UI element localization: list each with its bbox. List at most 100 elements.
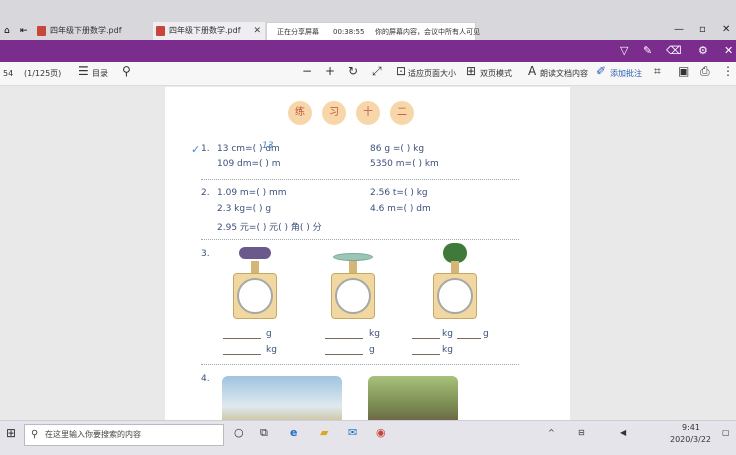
tab-document-2[interactable]: 四年级下册数学.pdf ✕ (153, 22, 265, 40)
volume-icon[interactable]: ◀ (620, 428, 626, 437)
highlight-icon[interactable]: ▽ (620, 45, 628, 57)
grapes-illustration (239, 247, 271, 259)
unit-label: kg (266, 345, 277, 355)
fullscreen-icon[interactable]: ⤢ (372, 65, 382, 77)
tab-label: 四年级下册数学.pdf (50, 26, 122, 35)
unit-label: kg (442, 345, 453, 355)
page-total: (1/125页) (24, 69, 62, 78)
answer-blank (457, 338, 481, 339)
animal-illustration (368, 376, 458, 420)
screenshot-icon[interactable]: ▣ (678, 65, 689, 77)
search-icon[interactable]: ⚲ (122, 65, 131, 77)
unit-label: kg (369, 329, 380, 339)
crop-icon[interactable]: ⌗ (654, 65, 661, 77)
unit-label: g (266, 329, 272, 339)
close-panel-icon[interactable]: ✕ (724, 45, 733, 57)
mail-icon[interactable]: ✉ (348, 427, 357, 439)
print-icon[interactable]: ⎙ (700, 65, 710, 77)
notes-button[interactable]: 添加批注 (610, 68, 642, 80)
zoom-out-icon[interactable]: − (302, 65, 312, 77)
notifications-icon[interactable]: ▢ (722, 428, 730, 437)
handwritten-answer: 13 (262, 141, 274, 151)
search-icon: ⚲ (31, 429, 39, 440)
dial (237, 278, 273, 314)
annotate-icon[interactable]: ✎ (643, 45, 652, 57)
question-number: 2. (201, 188, 210, 198)
document-toolbar: 54 (1/125页) ☰ 目录 ⚲ − + ↻ ⤢ ⊡ 适应页面大小 ⊞ 双页… (0, 62, 736, 86)
divider (201, 179, 519, 180)
question-number: 3. (201, 249, 210, 259)
question-2c: 2.95 元=( ) 元( ) 角( ) 分 (217, 223, 322, 233)
answer-blank (412, 354, 440, 355)
answer-blank (325, 354, 363, 355)
network-icon[interactable]: ⊟ (578, 428, 585, 437)
date-label: 2020/3/22 (670, 435, 712, 444)
pdf-icon (156, 26, 165, 36)
settings-icon[interactable]: ⚙ (698, 45, 708, 57)
task-view-icon[interactable]: ⧉ (260, 427, 268, 439)
back-icon[interactable]: ⇤ (20, 26, 28, 36)
share-timer: 00:38:55 (333, 28, 365, 36)
document-viewport[interactable]: 练 习 十 二 1. ✓ 13 cm=( ) dm 13 109 dm=( ) … (0, 87, 736, 420)
title-char: 二 (390, 101, 414, 125)
eraser-icon[interactable]: ⌫ (666, 45, 682, 57)
handwritten-check: ✓ (191, 143, 201, 156)
search-placeholder: 在这里输入你要搜索的内容 (45, 430, 141, 439)
view-mode-button[interactable]: 双页模式 (480, 68, 512, 80)
divider (201, 364, 519, 365)
page-number-input[interactable]: 54 (3, 68, 13, 80)
more-icon[interactable]: ⋮ (722, 65, 734, 77)
answer-blank (223, 338, 261, 339)
app-icon[interactable]: ◉ (376, 427, 386, 439)
home-icon[interactable]: ⌂ (4, 26, 10, 36)
screen-share-bar: 正在分享屏幕 00:38:55 你的屏幕内容，会议中所有人可见 (266, 22, 480, 42)
tab-label: 四年级下册数学.pdf (169, 26, 241, 35)
unit-label: kg (442, 329, 453, 339)
rotate-icon[interactable]: ↻ (348, 65, 358, 77)
unit-label: g (369, 345, 375, 355)
minimize-icon[interactable]: — (674, 24, 684, 35)
title-char: 习 (322, 101, 346, 125)
title-char: 练 (288, 101, 312, 125)
read-aloud-button[interactable]: 朗读文档内容 (540, 68, 588, 80)
unit-label: g (483, 329, 489, 339)
share-status: 正在分享屏幕 (277, 28, 319, 36)
share-message: 你的屏幕内容，会议中所有人可见 (375, 28, 480, 36)
close-icon[interactable]: ✕ (253, 22, 261, 40)
question-2b: 2.3 kg=( ) g (217, 204, 272, 214)
question-2a: 1.09 m=( ) mm (217, 188, 287, 198)
pdf-page: 练 习 十 二 1. ✓ 13 cm=( ) dm 13 109 dm=( ) … (165, 87, 570, 420)
window-close-icon[interactable]: ✕ (722, 24, 730, 35)
dial (335, 278, 371, 314)
question-2d: 2.56 t=( ) kg (370, 188, 428, 198)
tray-chevron-icon[interactable]: ^ (548, 428, 555, 437)
question-number: 4. (201, 374, 210, 384)
answer-blank (325, 338, 363, 339)
dial (437, 278, 473, 314)
file-explorer-icon[interactable]: ▰ (320, 427, 328, 439)
answer-blank (223, 354, 261, 355)
question-number: 1. (201, 144, 210, 154)
pdf-icon (37, 26, 46, 36)
fit-page-icon: ⊡ (396, 64, 407, 78)
fit-page-button[interactable]: 适应页面大小 (408, 68, 456, 80)
windows-taskbar: ⊞ ⚲ 在这里输入你要搜索的内容 ○ ⧉ e ▰ ✉ ◉ ^ ⊟ ◀ 9:41 … (0, 420, 736, 455)
polar-bear-illustration (222, 376, 342, 420)
divider (201, 239, 519, 240)
cortana-icon[interactable]: ○ (234, 427, 244, 439)
zoom-in-icon[interactable]: + (325, 65, 335, 77)
title-char: 十 (356, 101, 380, 125)
edge-icon[interactable]: e (290, 427, 297, 439)
taskbar-search-input[interactable]: ⚲ 在这里输入你要搜索的内容 (24, 424, 224, 446)
tab-document-1[interactable]: 四年级下册数学.pdf (34, 22, 152, 40)
question-1c: 86 g =( ) kg (370, 144, 425, 154)
question-1d: 5350 m=( ) km (370, 159, 439, 169)
question-2e: 4.6 m=( ) dm (370, 204, 431, 214)
pen-icon: ✐ (596, 64, 607, 78)
windows-start-icon[interactable]: ⊞ (6, 427, 16, 439)
time-label: 9:41 (682, 423, 700, 432)
app-ribbon: ▽ ✎ ⌫ ⚙ ✕ (0, 40, 736, 62)
double-page-icon: ⊞ (466, 64, 477, 78)
maximize-icon[interactable]: ▫ (699, 24, 706, 35)
toc-button[interactable]: 目录 (92, 68, 108, 80)
